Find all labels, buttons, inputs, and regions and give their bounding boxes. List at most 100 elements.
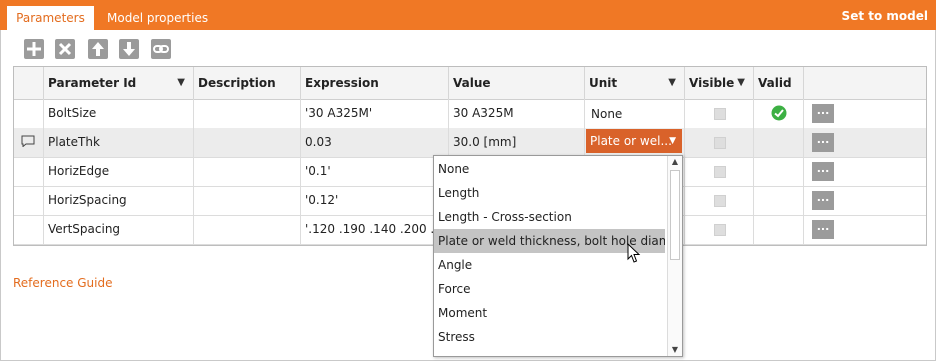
row-options-button[interactable]: ... bbox=[812, 220, 834, 239]
visible-checkbox[interactable] bbox=[714, 195, 726, 207]
tab-parameters[interactable]: Parameters bbox=[7, 6, 94, 30]
mouse-cursor-icon bbox=[627, 243, 641, 263]
filter-icon[interactable]: ▼ bbox=[737, 67, 745, 99]
header-value-label: Value bbox=[453, 76, 491, 90]
cell-parameter-id[interactable]: PlateThk bbox=[43, 128, 193, 157]
header-value[interactable]: Value bbox=[448, 67, 584, 99]
plus-icon bbox=[27, 42, 41, 56]
arrow-up-icon bbox=[92, 42, 104, 56]
cell-valid bbox=[753, 99, 803, 128]
unit-option[interactable]: Force bbox=[434, 277, 665, 301]
unit-dropdown[interactable]: Plate or wel... ▼ bbox=[586, 129, 682, 153]
dropdown-scrollbar[interactable]: ▲ ▼ bbox=[667, 156, 682, 356]
visible-checkbox[interactable] bbox=[714, 224, 726, 236]
cell-value: 30.0 [mm] bbox=[448, 128, 584, 157]
row-options-button[interactable]: ... bbox=[812, 191, 834, 210]
row-indicator bbox=[14, 128, 43, 157]
header-visible[interactable]: Visible ▼ bbox=[684, 67, 753, 99]
header-description[interactable]: Description bbox=[193, 67, 300, 99]
table-row[interactable]: BoltSize '30 A325M' 30 A325M None ... bbox=[14, 99, 926, 129]
header-unit[interactable]: Unit ▼ bbox=[584, 67, 684, 99]
row-indicator bbox=[14, 215, 43, 244]
set-to-model-button[interactable]: Set to model bbox=[842, 9, 928, 23]
cell-unit[interactable]: None bbox=[584, 99, 684, 128]
cell-unit[interactable]: Plate or wel... ▼ bbox=[584, 128, 684, 157]
row-indicator bbox=[14, 157, 43, 186]
header-parameter-id[interactable]: Parameter Id ▼ bbox=[43, 67, 193, 99]
cell-actions: ... bbox=[803, 186, 926, 215]
scrollbar-thumb[interactable] bbox=[670, 170, 680, 260]
cell-expression[interactable]: '30 A325M' bbox=[300, 99, 448, 128]
unit-option[interactable]: Length - Cross-section bbox=[434, 205, 665, 229]
cell-expression[interactable]: 0.03 bbox=[300, 128, 448, 157]
header-expression[interactable]: Expression bbox=[300, 67, 448, 99]
cell-valid bbox=[753, 157, 803, 186]
move-down-button[interactable] bbox=[119, 39, 139, 59]
header-row-indicator bbox=[14, 67, 43, 99]
grid-header: Parameter Id ▼ Description Expression Va… bbox=[14, 67, 926, 100]
scroll-up-icon[interactable]: ▲ bbox=[668, 156, 682, 168]
cell-valid bbox=[753, 128, 803, 157]
reference-guide-link[interactable]: Reference Guide bbox=[13, 276, 112, 290]
filter-icon[interactable]: ▼ bbox=[668, 67, 676, 99]
tab-model-properties[interactable]: Model properties bbox=[107, 6, 208, 30]
table-row[interactable]: PlateThk 0.03 30.0 [mm] Plate or wel... … bbox=[14, 128, 926, 158]
add-button[interactable] bbox=[24, 39, 44, 59]
row-options-button[interactable]: ... bbox=[812, 162, 834, 181]
cell-parameter-id[interactable]: VertSpacing bbox=[43, 215, 193, 244]
header-parameter-id-label: Parameter Id bbox=[48, 76, 137, 90]
unit-option[interactable]: Length bbox=[434, 181, 665, 205]
cell-parameter-id[interactable]: HorizSpacing bbox=[43, 186, 193, 215]
row-options-button[interactable]: ... bbox=[812, 104, 834, 123]
cell-expression[interactable]: '.120 .190 .140 .200 .150' bbox=[300, 215, 448, 244]
unit-option[interactable]: None bbox=[434, 157, 665, 181]
cell-description[interactable] bbox=[193, 215, 300, 244]
link-icon bbox=[153, 45, 169, 53]
visible-checkbox[interactable] bbox=[714, 166, 726, 178]
header-visible-label: Visible bbox=[689, 76, 735, 90]
cell-visible bbox=[684, 157, 753, 186]
delete-icon bbox=[58, 42, 72, 56]
move-up-button[interactable] bbox=[88, 39, 108, 59]
cell-parameter-id[interactable]: BoltSize bbox=[43, 99, 193, 128]
cell-expression[interactable]: '0.12' bbox=[300, 186, 448, 215]
unit-option[interactable]: Moment bbox=[434, 301, 665, 325]
header-description-label: Description bbox=[198, 76, 276, 90]
filter-icon[interactable]: ▼ bbox=[177, 67, 185, 99]
comment-icon bbox=[21, 135, 35, 147]
cell-description[interactable] bbox=[193, 128, 300, 157]
row-options-button[interactable]: ... bbox=[812, 133, 834, 152]
cell-visible bbox=[684, 186, 753, 215]
header-actions bbox=[803, 67, 926, 99]
cell-description[interactable] bbox=[193, 186, 300, 215]
cell-expression[interactable]: '0.1' bbox=[300, 157, 448, 186]
header-valid[interactable]: Valid bbox=[753, 67, 803, 99]
cell-actions: ... bbox=[803, 128, 926, 157]
cell-valid bbox=[753, 186, 803, 215]
header-valid-label: Valid bbox=[758, 76, 792, 90]
cell-parameter-id[interactable]: HorizEdge bbox=[43, 157, 193, 186]
scroll-down-icon[interactable]: ▼ bbox=[668, 344, 682, 356]
visible-checkbox[interactable] bbox=[714, 108, 726, 120]
cell-valid bbox=[753, 215, 803, 244]
top-bar: Parameters Model properties Set to model bbox=[0, 0, 936, 30]
unit-dropdown-list: None Length Length - Cross-section Plate… bbox=[433, 155, 683, 357]
cell-visible bbox=[684, 99, 753, 128]
chevron-down-icon: ▼ bbox=[669, 136, 676, 146]
row-indicator bbox=[14, 186, 43, 215]
cell-visible bbox=[684, 128, 753, 157]
unit-option[interactable]: Stress bbox=[434, 325, 665, 349]
cell-actions: ... bbox=[803, 99, 926, 128]
unit-value: None bbox=[591, 107, 623, 121]
visible-checkbox[interactable] bbox=[714, 137, 726, 149]
unit-dropdown-value: Plate or wel... bbox=[590, 134, 672, 148]
cell-description[interactable] bbox=[193, 157, 300, 186]
cell-visible bbox=[684, 215, 753, 244]
header-unit-label: Unit bbox=[589, 76, 618, 90]
delete-button[interactable] bbox=[55, 39, 75, 59]
arrow-down-icon bbox=[123, 42, 135, 56]
valid-check-icon bbox=[771, 105, 787, 121]
link-button[interactable] bbox=[151, 39, 171, 59]
cell-description[interactable] bbox=[193, 99, 300, 128]
cell-value: 30 A325M bbox=[448, 99, 584, 128]
